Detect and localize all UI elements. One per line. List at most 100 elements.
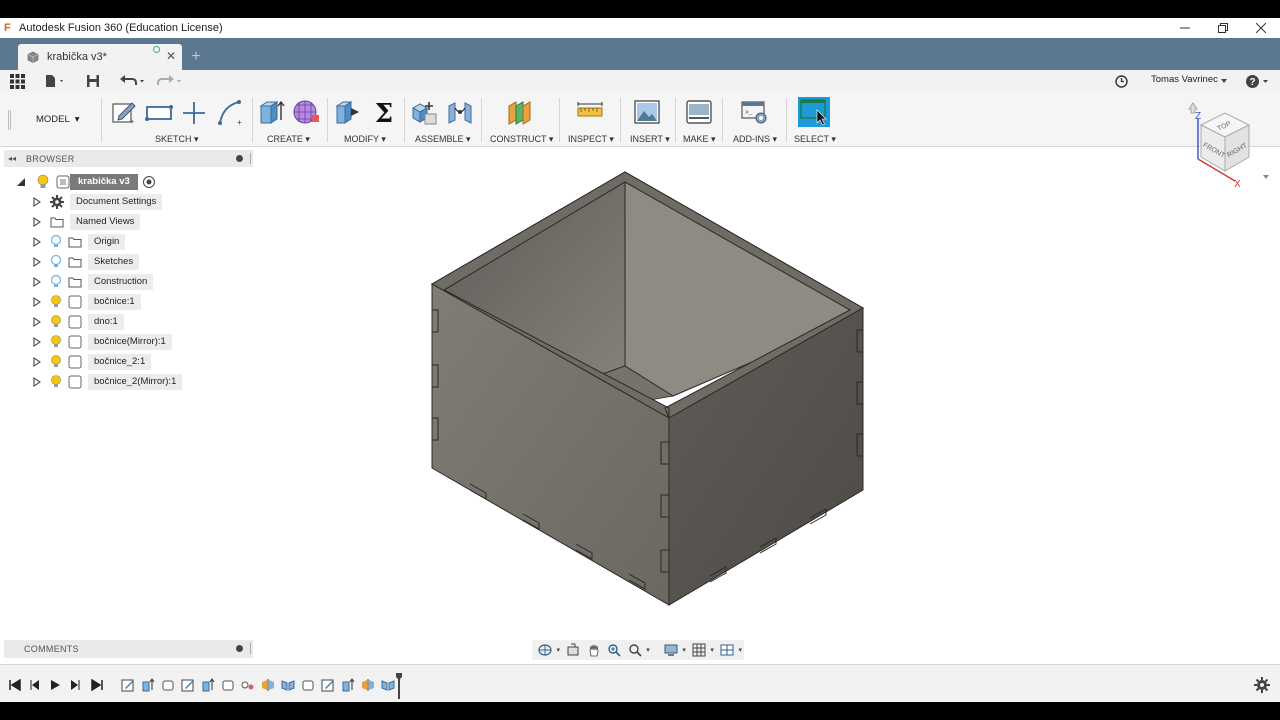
- look-at-button[interactable]: [564, 642, 583, 658]
- insert-canvas-icon[interactable]: [633, 98, 661, 126]
- panel-grip[interactable]: [250, 153, 252, 164]
- make-menu[interactable]: MAKE ▾: [683, 134, 716, 145]
- job-status-button[interactable]: [1112, 72, 1130, 90]
- view-cube[interactable]: Z X TOP FRONT RIGHT: [1183, 99, 1273, 195]
- add-ins-menu[interactable]: ADD-INS ▾: [733, 134, 777, 145]
- chevron-down-icon[interactable]: ▾: [739, 646, 745, 654]
- lightbulb-icon[interactable]: [50, 255, 62, 269]
- chevron-down-icon[interactable]: ▾: [557, 646, 563, 654]
- timeline-settings-gear-icon[interactable]: [1254, 677, 1270, 693]
- collapsed-triangle-icon[interactable]: [32, 357, 42, 367]
- chevron-down-icon[interactable]: ▾: [682, 646, 688, 654]
- 3d-print-icon[interactable]: [685, 98, 713, 126]
- timeline-marker[interactable]: [396, 673, 402, 699]
- step-back-button[interactable]: [28, 678, 42, 692]
- data-panel-button[interactable]: [8, 72, 26, 90]
- insert-menu[interactable]: INSERT ▾: [630, 134, 670, 145]
- offset-plane-icon[interactable]: [506, 98, 534, 126]
- create-menu[interactable]: CREATE ▾: [267, 134, 310, 145]
- collapsed-triangle-icon[interactable]: [32, 277, 42, 287]
- tree-item-body[interactable]: bočnice:1: [32, 292, 141, 312]
- inspect-menu[interactable]: INSPECT ▾: [568, 134, 614, 145]
- lightbulb-icon[interactable]: [50, 335, 62, 349]
- lightbulb-icon[interactable]: [50, 315, 62, 329]
- rectangle-icon[interactable]: [145, 98, 173, 126]
- timeline-body-icon[interactable]: [221, 678, 235, 692]
- create-sketch-icon[interactable]: +: [110, 98, 138, 126]
- go-to-end-button[interactable]: [90, 678, 104, 692]
- save-button[interactable]: [84, 72, 102, 90]
- minimize-button[interactable]: [1166, 18, 1204, 38]
- collapsed-triangle-icon[interactable]: [32, 197, 42, 207]
- timeline-mirror-icon[interactable]: [281, 678, 295, 692]
- tree-item-document-settings[interactable]: Document Settings: [32, 192, 163, 212]
- compute-all-icon[interactable]: Σ: [370, 98, 398, 126]
- lightbulb-icon[interactable]: [50, 375, 62, 389]
- spline-icon[interactable]: +: [217, 98, 245, 126]
- press-pull-icon[interactable]: [334, 98, 362, 126]
- viewcube-menu-icon[interactable]: [1263, 175, 1269, 179]
- timeline-body-icon[interactable]: [161, 678, 175, 692]
- file-menu-button[interactable]: [42, 72, 68, 90]
- timeline-body-icon[interactable]: [301, 678, 315, 692]
- user-menu-caret[interactable]: [1218, 72, 1230, 90]
- tree-item-body[interactable]: bočnice(Mirror):1: [32, 332, 172, 352]
- tree-item-body[interactable]: bočnice_2:1: [32, 352, 152, 372]
- viewports-button[interactable]: [718, 642, 737, 658]
- timeline-mirror-icon[interactable]: [261, 678, 275, 692]
- assemble-menu[interactable]: ASSEMBLE ▾: [415, 134, 471, 145]
- lightbulb-icon[interactable]: [50, 275, 62, 289]
- panel-grip[interactable]: [250, 643, 252, 654]
- collapsed-triangle-icon[interactable]: [32, 377, 42, 387]
- help-button[interactable]: ?: [1244, 72, 1272, 90]
- add-comment-icon[interactable]: [236, 645, 243, 652]
- tree-root[interactable]: krabička v3: [16, 172, 156, 192]
- fit-button[interactable]: [626, 642, 645, 658]
- restore-button[interactable]: [1204, 18, 1242, 38]
- collapsed-triangle-icon[interactable]: [32, 317, 42, 327]
- toolbar-grip[interactable]: [8, 110, 11, 130]
- joint-icon[interactable]: [446, 98, 474, 126]
- step-forward-button[interactable]: [68, 678, 82, 692]
- orbit-button[interactable]: [536, 642, 555, 658]
- tree-item-sketches[interactable]: Sketches: [32, 252, 140, 272]
- play-button[interactable]: [48, 678, 62, 692]
- zoom-button[interactable]: [605, 642, 624, 658]
- tree-item-origin[interactable]: Origin: [32, 232, 126, 252]
- collapsed-triangle-icon[interactable]: [32, 217, 42, 227]
- user-account-menu[interactable]: Tomas Vavrinec: [1151, 74, 1218, 85]
- chevron-down-icon[interactable]: ▾: [710, 646, 716, 654]
- collapsed-triangle-icon[interactable]: [32, 237, 42, 247]
- timeline-extrude-icon[interactable]: [341, 678, 355, 692]
- display-settings-button[interactable]: [662, 642, 681, 658]
- create-form-icon[interactable]: [292, 98, 320, 126]
- timeline-sketch-icon[interactable]: [321, 678, 335, 692]
- timeline-extrude-icon[interactable]: [201, 678, 215, 692]
- collapsed-triangle-icon[interactable]: [32, 337, 42, 347]
- chevron-down-icon[interactable]: ▾: [646, 646, 652, 654]
- tree-item-named-views[interactable]: Named Views: [32, 212, 141, 232]
- pan-button[interactable]: [585, 642, 604, 658]
- extrude-icon[interactable]: [258, 98, 286, 126]
- tree-item-construction[interactable]: Construction: [32, 272, 154, 292]
- comments-panel[interactable]: COMMENTS: [4, 640, 253, 658]
- timeline-sketch-icon[interactable]: [181, 678, 195, 692]
- grid-snaps-button[interactable]: [690, 642, 709, 658]
- modify-menu[interactable]: MODIFY ▾: [344, 134, 386, 145]
- workspace-switcher[interactable]: MODEL ▾: [36, 114, 80, 125]
- timeline-sketch-icon[interactable]: [121, 678, 135, 692]
- select-button[interactable]: [798, 97, 830, 127]
- new-tab-button[interactable]: +: [186, 48, 206, 68]
- lightbulb-icon[interactable]: [36, 174, 50, 190]
- pin-icon[interactable]: [236, 155, 243, 162]
- close-window-button[interactable]: [1242, 18, 1280, 38]
- lightbulb-icon[interactable]: [50, 355, 62, 369]
- browser-header[interactable]: ◂◂ BROWSER: [4, 150, 253, 167]
- expanded-triangle-icon[interactable]: [16, 177, 26, 187]
- tree-item-body[interactable]: dno:1: [32, 312, 124, 332]
- measure-icon[interactable]: [576, 98, 604, 126]
- activate-radio-icon[interactable]: [142, 175, 156, 189]
- construct-menu[interactable]: CONSTRUCT ▾: [490, 134, 553, 145]
- select-menu[interactable]: SELECT ▾: [794, 134, 836, 145]
- root-component-label[interactable]: krabička v3: [70, 174, 138, 190]
